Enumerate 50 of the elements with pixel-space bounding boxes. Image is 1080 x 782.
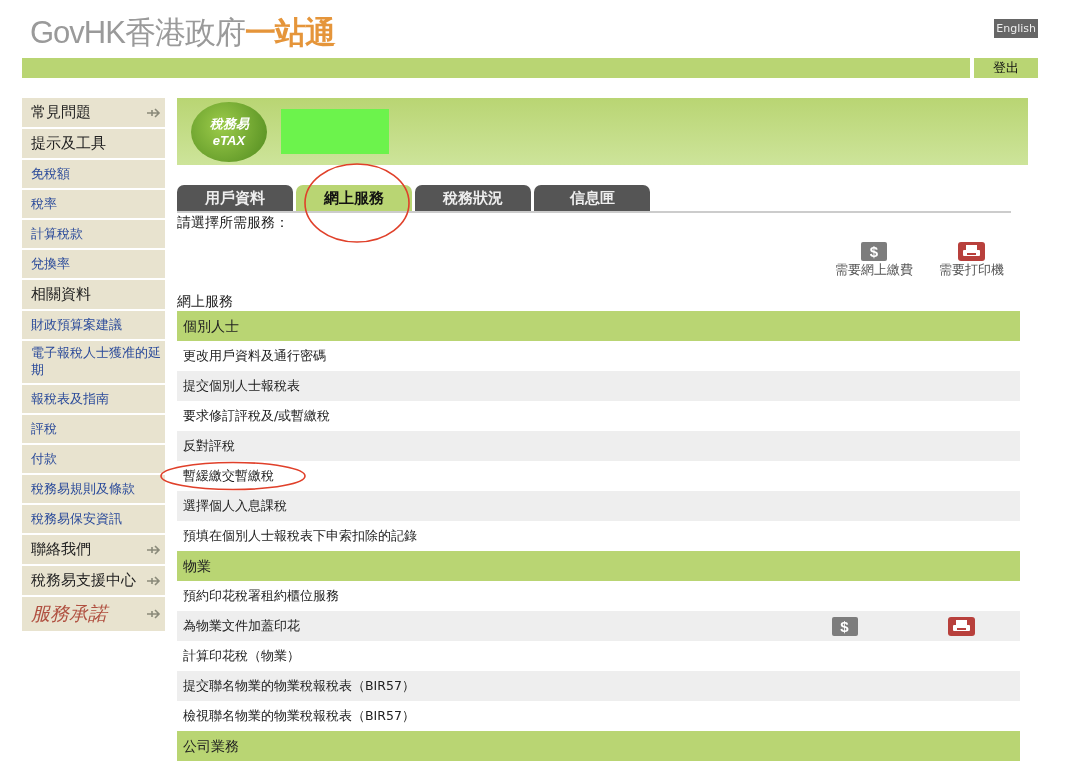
sidebar-item[interactable]: 財政預算案建議 — [22, 311, 165, 339]
sidebar-item[interactable]: 免稅額 — [22, 160, 165, 188]
category-header: 個別人士 — [177, 311, 1020, 341]
sidebar-item[interactable]: 服務承諾 — [22, 597, 165, 631]
legend-label: 需要網上繳費 — [835, 262, 913, 279]
sidebar-item[interactable]: 常見問題 — [22, 98, 165, 127]
sidebar-item[interactable]: 稅務易保安資訊 — [22, 505, 165, 533]
sidebar-item[interactable]: 稅務易支援中心 — [22, 566, 165, 595]
sidebar-item[interactable]: 提示及工具 — [22, 129, 165, 158]
tab[interactable]: 用戶資料 — [177, 185, 293, 211]
sidebar-item[interactable]: 兌換率 — [22, 250, 165, 278]
service-link[interactable]: 計算印花稅（物業） — [183, 647, 300, 665]
arrow-icon — [147, 544, 161, 555]
sidebar-item[interactable]: 付款 — [22, 445, 165, 473]
service-link[interactable]: 更改用戶資料及通行密碼 — [183, 347, 326, 365]
sidebar-item[interactable]: 報稅表及指南 — [22, 385, 165, 413]
printer-icon — [958, 242, 985, 261]
service-link[interactable]: 檢視聯名物業的物業稅報稅表（BIR57） — [183, 707, 415, 725]
section-title: 網上服務 — [177, 293, 234, 311]
service-link[interactable]: 為物業文件加蓋印花 — [183, 617, 300, 635]
legend-label: 需要打印機 — [939, 262, 1004, 279]
arrow-icon — [147, 575, 161, 586]
prompt-text: 請選擇所需服務： — [177, 214, 290, 232]
printer-icon — [948, 616, 975, 636]
category-header: 物業 — [177, 551, 1020, 581]
sidebar-item[interactable]: 稅務易規則及條款 — [22, 475, 165, 503]
sidebar-item[interactable]: 相關資料 — [22, 280, 165, 309]
tab[interactable]: 稅務狀況 — [415, 185, 531, 211]
arrow-icon — [147, 609, 161, 619]
service-link[interactable]: 預約印花稅署租約櫃位服務 — [183, 587, 339, 605]
tab[interactable]: 信息匣 — [534, 185, 650, 211]
category-header: 公司業務 — [177, 731, 1020, 761]
sidebar-item[interactable]: 評稅 — [22, 415, 165, 443]
sidebar-item[interactable]: 聯絡我們 — [22, 535, 165, 564]
service-link[interactable]: 選擇個人入息課稅 — [183, 497, 287, 515]
service-link[interactable]: 反對評稅 — [183, 437, 235, 455]
sidebar-item[interactable]: 計算稅款 — [22, 220, 165, 248]
dollar-icon: $ — [861, 242, 887, 261]
sidebar-item[interactable]: 電子報稅人士獲准的延期 — [22, 341, 165, 383]
service-link[interactable]: 要求修訂評稅及/或暫繳稅 — [183, 407, 331, 425]
logout-button[interactable]: 登出 — [974, 58, 1038, 78]
service-link[interactable]: 提交個別人士報稅表 — [183, 377, 300, 395]
dollar-icon: $ — [831, 616, 858, 636]
sidebar-item[interactable]: 稅率 — [22, 190, 165, 218]
tab[interactable]: 網上服務 — [296, 185, 412, 211]
arrow-icon — [147, 107, 161, 118]
service-link[interactable]: 預填在個別人士報稅表下申索扣除的記錄 — [183, 527, 417, 545]
language-button[interactable]: English — [994, 19, 1038, 38]
service-link[interactable]: 提交聯名物業的物業稅報稅表（BIR57） — [183, 677, 415, 695]
etax-logo: 稅務易 eTAX — [191, 101, 267, 162]
